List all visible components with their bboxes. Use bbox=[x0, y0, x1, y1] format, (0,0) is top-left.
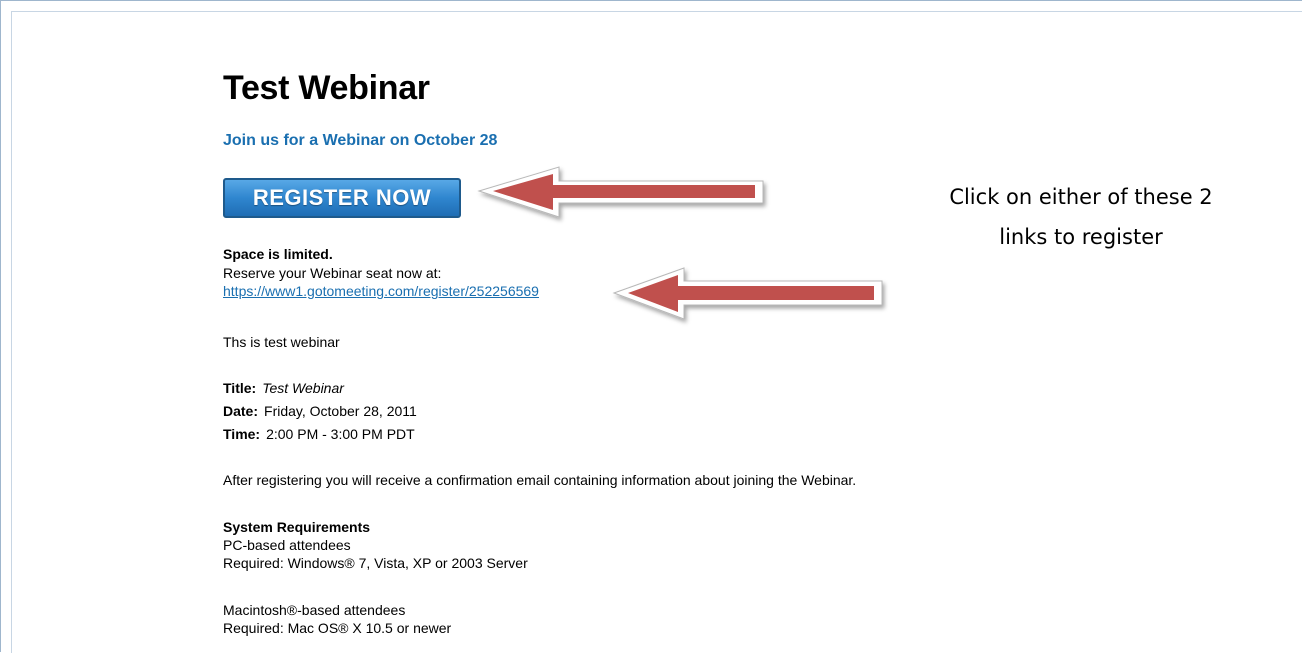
detail-date-label: Date: bbox=[223, 403, 259, 419]
left-arrow-icon bbox=[477, 166, 764, 218]
register-annotation: Click on either of these 2 links to regi… bbox=[921, 177, 1241, 257]
system-requirements: System Requirements PC-based attendees R… bbox=[223, 518, 528, 572]
detail-date-value: Friday, October 28, 2011 bbox=[264, 403, 417, 419]
register-link[interactable]: https://www1.gotomeeting.com/register/25… bbox=[223, 283, 539, 299]
detail-date-row: Date: Friday, October 28, 2011 bbox=[223, 403, 417, 419]
detail-time-label: Time: bbox=[223, 426, 261, 442]
pc-attendees-label: PC-based attendees bbox=[223, 537, 351, 553]
reserve-text: Reserve your Webinar seat now at: bbox=[223, 265, 442, 281]
after-registering-text: After registering you will receive a con… bbox=[223, 472, 857, 488]
webinar-description: Ths is test webinar bbox=[223, 334, 340, 350]
detail-time-value: 2:00 PM - 3:00 PM PDT bbox=[266, 426, 415, 442]
pc-requirements: Required: Windows® 7, Vista, XP or 2003 … bbox=[223, 555, 528, 571]
webinar-subtitle: Join us for a Webinar on October 28 bbox=[223, 132, 498, 149]
detail-title-row: Title: Test Webinar bbox=[223, 380, 344, 396]
detail-title-value: Test Webinar bbox=[262, 380, 344, 396]
register-now-button[interactable]: REGISTER NOW bbox=[223, 178, 461, 218]
detail-title-label: Title: bbox=[223, 380, 257, 396]
mac-requirements-block: Macintosh®-based attendees Required: Mac… bbox=[223, 601, 451, 637]
document-frame: Test Webinar Join us for a Webinar on Oc… bbox=[0, 0, 1302, 653]
page-title: Test Webinar bbox=[223, 69, 430, 107]
detail-time-row: Time: 2:00 PM - 3:00 PM PDT bbox=[223, 426, 415, 442]
space-limited-text: Space is limited. bbox=[223, 246, 333, 262]
mac-attendees-label: Macintosh®-based attendees bbox=[223, 602, 406, 618]
annotation-line-1: Click on either of these 2 bbox=[949, 185, 1213, 209]
page-edge bbox=[11, 11, 1302, 653]
annotation-line-2: links to register bbox=[999, 225, 1163, 249]
mac-requirements: Required: Mac OS® X 10.5 or newer bbox=[223, 620, 452, 636]
system-requirements-heading: System Requirements bbox=[223, 519, 371, 535]
left-arrow-icon bbox=[612, 267, 883, 320]
